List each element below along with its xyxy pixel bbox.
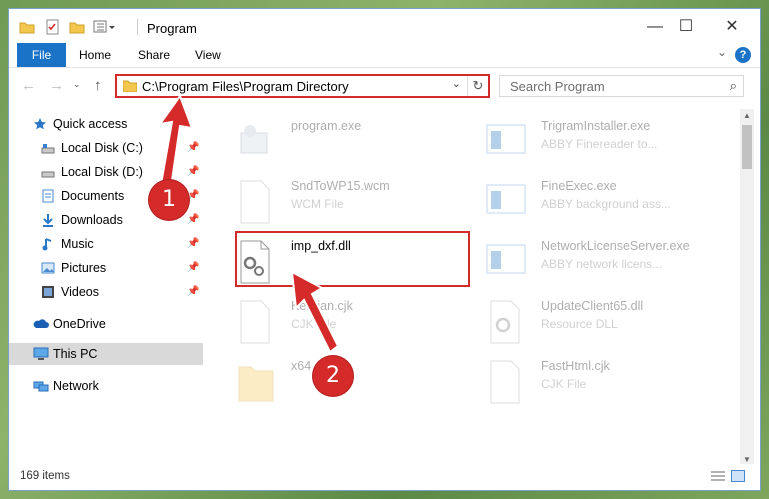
step-2-badge: 2 xyxy=(313,356,353,396)
step-1-badge: 1 xyxy=(149,180,189,220)
annotation-arrows xyxy=(157,93,340,354)
